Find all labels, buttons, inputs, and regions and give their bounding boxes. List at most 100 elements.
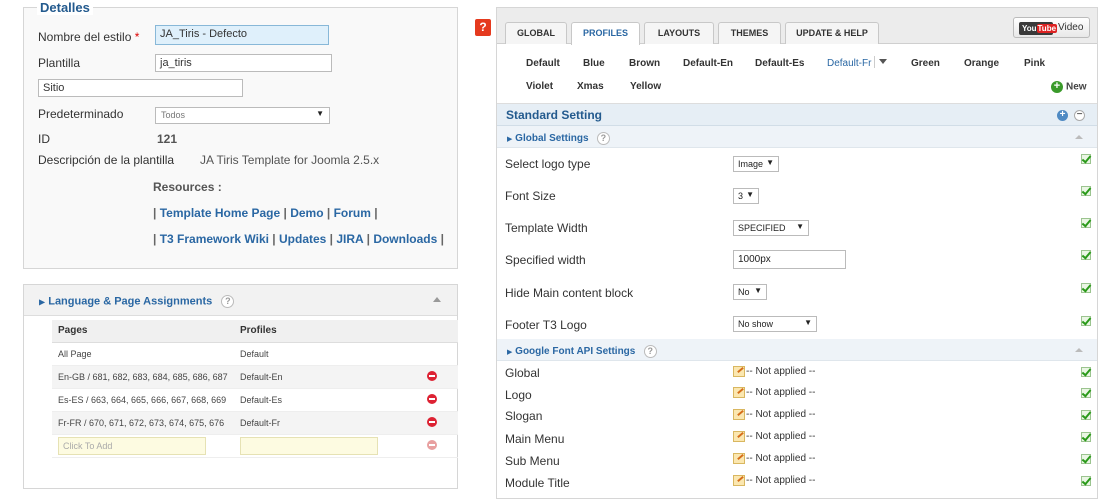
profile-green[interactable]: Green [911,58,940,69]
nombre-label: Nombre del estilo * [38,30,140,44]
checkmark-icon[interactable] [1081,250,1091,260]
plus-icon: + [1051,81,1063,93]
profile-default-es[interactable]: Default-Es [755,58,804,69]
setting-label: Font Size [505,189,556,203]
help-qmark-icon[interactable]: ? [596,132,610,145]
profile-default-fr[interactable]: Default-Fr [827,58,871,69]
table-row: All Page Default [52,342,458,366]
google-font-header[interactable]: ▶ Google Font API Settings ? [497,339,1097,361]
profile-brown[interactable]: Brown [629,58,660,69]
checkmark-icon[interactable] [1081,388,1091,398]
video-button[interactable]: YouTube Video [1013,17,1090,38]
google-font-title: Google Font API Settings [515,346,636,358]
checkmark-icon[interactable] [1081,367,1091,377]
settings-panel: GLOBAL PROFILES LAYOUTS THEMES UPDATE & … [496,7,1098,499]
chevron-down-icon: ▼ [316,109,324,118]
collapse-icon[interactable] [1075,135,1083,139]
forum-link[interactable]: Forum [334,206,371,220]
collapse-icon[interactable] [1075,348,1083,352]
tab-themes[interactable]: THEMES [718,22,781,44]
template-home-link[interactable]: Template Home Page [160,206,280,220]
checkmark-icon[interactable] [1081,154,1091,164]
id-value: 121 [157,132,178,146]
remove-icon[interactable] [427,370,437,381]
sitio-input[interactable]: Sitio [38,79,243,97]
remove-icon[interactable] [427,416,437,427]
table-row: Es-ES / 663, 664, 665, 666, 667, 668, 66… [52,388,458,412]
remove-icon [427,439,437,450]
new-profile-button[interactable]: + New [1051,81,1087,93]
table-row: En-GB / 681, 682, 683, 684, 685, 686, 68… [52,365,458,389]
specified-width-input[interactable]: 1000px [733,250,846,269]
setting-label: Hide Main content block [505,286,634,300]
checkmark-icon[interactable] [1081,218,1091,228]
help-qmark-icon[interactable]: ? [221,295,235,308]
hide-main-content-select[interactable]: No ▼ [733,284,767,300]
expand-triangle-icon: ▶ [39,297,46,307]
remove-icon[interactable] [427,393,437,404]
updates-link[interactable]: Updates [279,232,326,246]
tab-layouts[interactable]: LAYOUTS [644,22,714,44]
template-width-select[interactable]: SPECIFIED ▼ [733,220,809,236]
edit-icon [733,475,745,486]
profiles-list: Default Blue Brown Default-En Default-Es… [497,45,1097,104]
resource-links-row-2: | T3 Framework Wiki | Updates | JIRA | D… [153,232,445,246]
font-not-applied[interactable]: -- Not applied -- [733,387,815,398]
profile-blue[interactable]: Blue [583,58,605,69]
footer-logo-select[interactable]: No show ▼ [733,316,817,332]
font-not-applied[interactable]: -- Not applied -- [733,409,815,420]
plantilla-input[interactable]: ja_tiris [155,54,332,72]
predeterminado-select[interactable]: Todos ▼ [155,107,330,124]
profile-default[interactable]: Default [526,58,560,69]
expand-all-icon[interactable]: + [1057,110,1068,121]
font-setting-label: Sub Menu [505,454,560,468]
assignments-header[interactable]: ▶ Language & Page Assignments ? [24,285,457,316]
tab-update-help[interactable]: UPDATE & HELP [785,22,879,44]
profile-pink[interactable]: Pink [1024,58,1045,69]
profile-violet[interactable]: Violet [526,81,553,92]
profile-yellow[interactable]: Yellow [630,81,661,92]
font-setting-label: Main Menu [505,432,565,446]
col-pages: Pages [52,320,234,343]
downloads-link[interactable]: Downloads [373,232,437,246]
collapse-icon[interactable] [433,297,441,302]
global-settings-header[interactable]: ▶ Global Settings ? [497,126,1097,148]
chevron-down-icon: ▼ [796,222,804,231]
demo-link[interactable]: Demo [290,206,323,220]
jira-link[interactable]: JIRA [336,232,363,246]
checkmark-icon[interactable] [1081,476,1091,486]
setting-label: Footer T3 Logo [505,318,587,332]
profile-dropdown-icon[interactable] [879,59,887,64]
help-qmark-icon[interactable]: ? [643,345,657,358]
add-page-input[interactable]: Click To Add [58,436,206,455]
profile-orange[interactable]: Orange [964,58,999,69]
add-profile-input[interactable] [240,436,378,455]
col-profiles: Profiles [234,320,406,343]
profile-default-en[interactable]: Default-En [683,58,733,69]
checkmark-icon[interactable] [1081,432,1091,442]
checkmark-icon[interactable] [1081,410,1091,420]
logo-type-select[interactable]: Image ▼ [733,156,779,172]
descripcion-label: Descripción de la plantilla [38,153,175,167]
collapse-all-icon[interactable]: − [1074,110,1085,121]
checkmark-icon[interactable] [1081,283,1091,293]
font-size-select[interactable]: 3 ▼ [733,188,759,204]
font-setting-label: Module Title [505,476,570,490]
t3-wiki-link[interactable]: T3 Framework Wiki [160,232,269,246]
resources-label: Resources : [153,180,222,194]
checkmark-icon[interactable] [1081,186,1091,196]
font-setting-label: Slogan [505,409,543,423]
help-icon[interactable]: ? [475,19,491,36]
font-not-applied[interactable]: -- Not applied -- [733,431,815,442]
nombre-input[interactable]: JA_Tiris - Defecto [155,25,329,45]
font-not-applied[interactable]: -- Not applied -- [733,475,815,486]
font-not-applied[interactable]: -- Not applied -- [733,453,815,464]
checkmark-icon[interactable] [1081,316,1091,326]
tab-global[interactable]: GLOBAL [505,22,567,44]
font-not-applied[interactable]: -- Not applied -- [733,366,815,377]
edit-icon [733,387,745,398]
checkmark-icon[interactable] [1081,454,1091,464]
setting-label: Template Width [505,221,588,235]
profile-xmas[interactable]: Xmas [577,81,604,92]
tab-profiles[interactable]: PROFILES [571,22,640,45]
